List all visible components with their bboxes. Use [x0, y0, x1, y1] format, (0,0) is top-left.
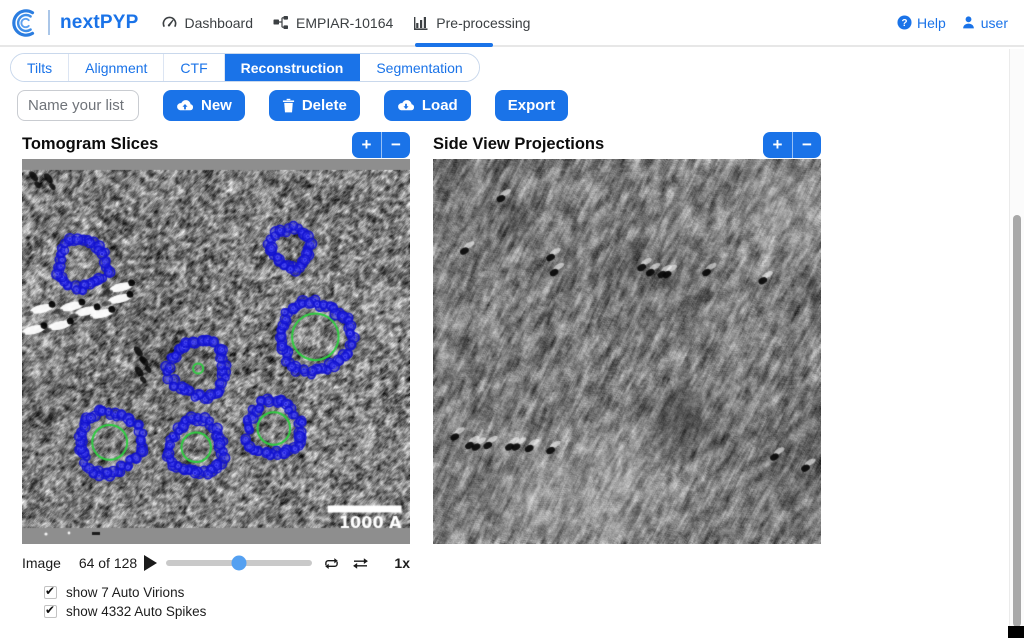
project-diagram-icon	[273, 15, 289, 31]
list-name-input[interactable]	[17, 90, 139, 121]
option-auto-virions: show 7 Auto Virions	[44, 584, 410, 600]
tab-tilts[interactable]: Tilts	[11, 54, 69, 81]
tomogram-panel-title: Tomogram Slices	[22, 135, 158, 154]
play-button[interactable]	[144, 555, 157, 571]
nextpyp-logo-icon	[10, 8, 40, 38]
dashboard-icon	[161, 14, 178, 31]
nav-item-label: EMPIAR-10164	[296, 15, 393, 31]
chart-icon	[413, 15, 429, 31]
tab-ctf[interactable]: CTF	[164, 54, 224, 81]
user-icon	[961, 15, 976, 30]
annotation-options: show 7 Auto Virions show 4332 Auto Spike…	[44, 584, 410, 619]
list-toolbar: New Delete Load Export	[17, 90, 1024, 121]
help-icon: ?	[897, 15, 912, 30]
page-scrollbar-thumb[interactable]	[1013, 215, 1021, 627]
help-link[interactable]: ? Help	[897, 15, 946, 31]
tomogram-zoom-out-button[interactable]: −	[381, 132, 410, 158]
svg-text:?: ?	[901, 18, 907, 29]
nav-item-label: Dashboard	[185, 15, 254, 31]
tomogram-panel-header: Tomogram Slices + −	[22, 131, 410, 158]
auto-spikes-checkbox[interactable]	[44, 605, 57, 618]
page-scrollbar[interactable]	[1009, 49, 1024, 638]
nav-item-preprocessing[interactable]: Pre-processing	[413, 0, 530, 45]
auto-virions-checkbox[interactable]	[44, 586, 57, 599]
side-view-panel-title: Side View Projections	[433, 135, 604, 154]
tomogram-slice-image[interactable]	[22, 159, 410, 544]
new-button[interactable]: New	[163, 90, 245, 121]
nav-item-project[interactable]: EMPIAR-10164	[273, 0, 393, 45]
trash-icon	[282, 98, 295, 113]
slice-player: Image 64 of 128	[22, 550, 410, 576]
viewer-panels: Tomogram Slices + − Image 64 of 128	[22, 131, 1024, 622]
active-nav-indicator	[415, 43, 493, 47]
top-navbar: nextPYP Dashboard EMPIAR-10164	[0, 0, 1024, 47]
nav-item-label: Pre-processing	[436, 15, 530, 31]
auto-spikes-label: show 4332 Auto Spikes	[66, 604, 206, 619]
playback-speed[interactable]: 1x	[394, 555, 410, 571]
main-nav: Dashboard EMPIAR-10164 Pre-processing	[161, 0, 531, 45]
tab-alignment[interactable]: Alignment	[69, 54, 164, 81]
side-view-zoom-in-button[interactable]: +	[763, 132, 792, 158]
screen-corner-artifact	[1008, 626, 1024, 638]
tomogram-panel: Tomogram Slices + − Image 64 of 128	[22, 131, 410, 622]
section-tabs: Tilts Alignment CTF Reconstruction Segme…	[10, 53, 480, 82]
brand[interactable]: nextPYP	[10, 8, 139, 38]
side-view-panel: Side View Projections + −	[433, 131, 821, 622]
image-label: Image	[22, 555, 79, 571]
swap-arrows-icon	[352, 557, 369, 570]
delete-button-label: Delete	[302, 97, 347, 114]
cloud-upload-icon	[176, 99, 194, 112]
loop-button[interactable]	[323, 556, 340, 571]
side-view-zoom-controls: + −	[763, 132, 821, 158]
tab-reconstruction[interactable]: Reconstruction	[225, 54, 361, 81]
load-button[interactable]: Load	[384, 90, 471, 121]
tomogram-zoom-controls: + −	[352, 132, 410, 158]
brand-name: nextPYP	[60, 12, 139, 34]
help-label: Help	[917, 15, 946, 31]
tab-segmentation[interactable]: Segmentation	[360, 54, 478, 81]
export-button[interactable]: Export	[495, 90, 569, 121]
cloud-download-icon	[397, 99, 415, 112]
option-auto-spikes: show 4332 Auto Spikes	[44, 603, 410, 619]
export-button-label: Export	[508, 97, 556, 114]
side-view-zoom-out-button[interactable]: −	[792, 132, 821, 158]
side-view-panel-header: Side View Projections + −	[433, 131, 821, 158]
load-button-label: Load	[422, 97, 458, 114]
tomogram-zoom-in-button[interactable]: +	[352, 132, 381, 158]
slice-counter: 64 of 128	[79, 555, 142, 571]
auto-virions-label: show 7 Auto Virions	[66, 585, 184, 600]
nav-item-dashboard[interactable]: Dashboard	[161, 0, 254, 45]
slice-slider[interactable]	[166, 560, 313, 566]
user-menu[interactable]: user	[961, 15, 1008, 31]
delete-button[interactable]: Delete	[269, 90, 360, 121]
navbar-right: ? Help user	[897, 15, 1008, 31]
brand-divider	[48, 10, 50, 35]
side-view-projection-image[interactable]	[433, 159, 821, 544]
repeat-icon	[323, 556, 340, 571]
new-button-label: New	[201, 97, 232, 114]
user-label: user	[981, 15, 1008, 31]
direction-button[interactable]	[352, 557, 369, 570]
slice-slider-thumb[interactable]	[231, 556, 246, 571]
